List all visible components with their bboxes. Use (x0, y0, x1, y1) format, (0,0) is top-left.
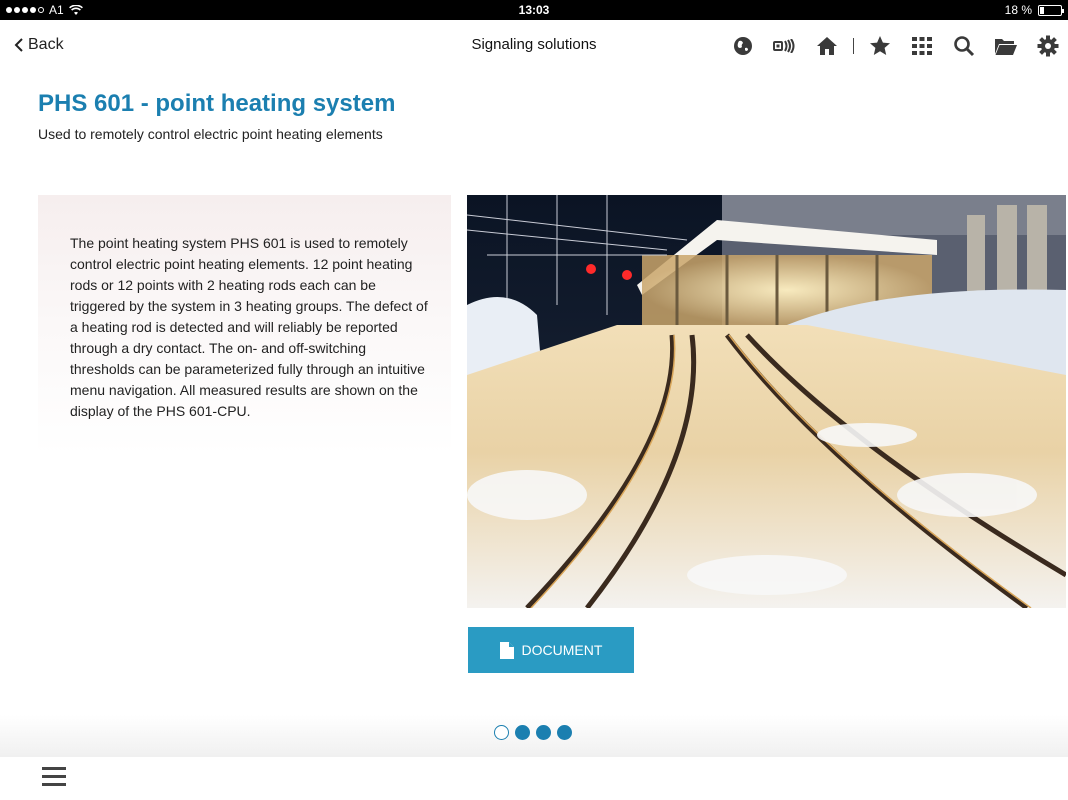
battery-percent: 18 % (1004, 3, 1032, 17)
status-bar: A1 13:03 18 % (0, 0, 1068, 20)
globe-icon[interactable] (731, 34, 755, 58)
grid-icon[interactable] (910, 34, 934, 58)
document-button[interactable]: DOCUMENT (468, 627, 634, 673)
document-button-label: DOCUMENT (521, 642, 603, 658)
document-icon (499, 641, 514, 659)
navigation-bar: Back Signaling solutions (0, 20, 1068, 72)
home-icon[interactable] (815, 34, 839, 58)
page-subtitle: Used to remotely control electric point … (38, 126, 383, 142)
clock: 13:03 (518, 3, 550, 17)
page-indicator (0, 715, 1068, 757)
star-icon[interactable] (868, 34, 892, 58)
signal-icon[interactable] (773, 34, 797, 58)
battery-group: 18 % (1004, 3, 1064, 17)
bottom-bar (0, 757, 1068, 800)
pager-dot-1[interactable] (494, 725, 509, 740)
menu-icon[interactable] (42, 767, 66, 789)
search-icon[interactable] (952, 34, 976, 58)
description-panel: The point heating system PHS 601 is used… (38, 195, 451, 455)
pager-dot-4[interactable] (557, 725, 572, 740)
gear-icon[interactable] (1036, 34, 1060, 58)
toolbar-divider (853, 38, 854, 54)
product-photo (467, 195, 1066, 608)
nav-toolbar (713, 34, 1060, 58)
pager-dots (494, 725, 572, 740)
pager-dot-3[interactable] (536, 725, 551, 740)
folder-icon[interactable] (994, 34, 1018, 58)
page-title: PHS 601 - point heating system (38, 90, 396, 117)
description-text: The point heating system PHS 601 is used… (70, 235, 428, 419)
pager-dot-2[interactable] (515, 725, 530, 740)
battery-icon (1038, 4, 1064, 16)
